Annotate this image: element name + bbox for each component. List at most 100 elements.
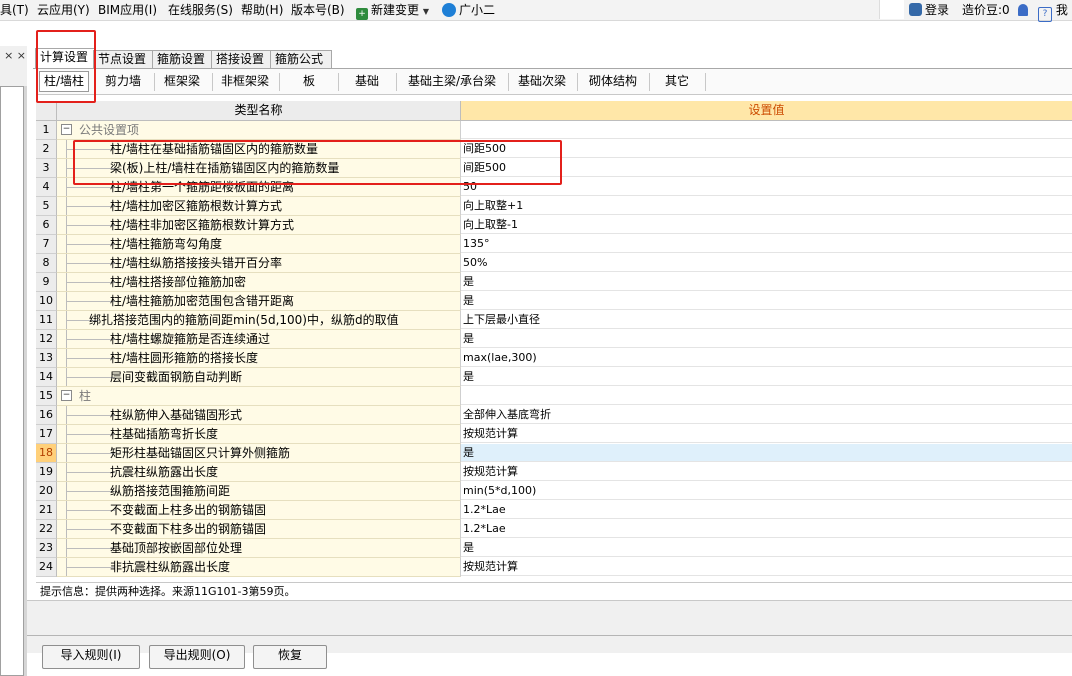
table-row[interactable]: 13 柱/墙柱圆形箍筋的搭接长度 max(lae,300) xyxy=(36,349,1072,368)
table-row[interactable]: 20 纵筋搭接范围箍筋间距 min(5*d,100) xyxy=(36,482,1072,501)
row-number[interactable]: 1 xyxy=(36,121,57,140)
table-row[interactable]: 19 抗震柱纵筋露出长度 按规范计算 xyxy=(36,463,1072,482)
setting-value-cell[interactable]: 间距500 xyxy=(461,140,1072,158)
close-icon[interactable]: × × xyxy=(0,50,26,62)
assistant-button[interactable]: 广小二 xyxy=(442,2,495,18)
row-number[interactable]: 20 xyxy=(36,482,57,501)
table-row[interactable]: 11 绑扎搭接范围内的箍筋间距min(5d,100)中，纵筋d的取值 上下层最小直径 xyxy=(36,311,1072,330)
tab-foundation-main-beam[interactable]: 基础主梁/承台梁 xyxy=(398,72,506,91)
tab-node-settings[interactable]: 节点设置 xyxy=(93,50,155,68)
setting-value-cell[interactable]: 1.2*Lae xyxy=(461,520,1072,538)
tab-calc-settings[interactable]: 计算设置 xyxy=(35,48,95,69)
tab-column-wallcolumn[interactable]: 柱/墙柱 xyxy=(39,71,89,92)
group-row[interactable]: 1− 公共设置项 xyxy=(36,121,1072,140)
table-row[interactable]: 5 柱/墙柱加密区箍筋根数计算方式 向上取整+1 xyxy=(36,197,1072,216)
menu-tools[interactable]: 具(T) xyxy=(0,2,29,18)
setting-value-cell[interactable]: 是 xyxy=(461,292,1072,310)
table-row[interactable]: 4 柱/墙柱第一个箍筋距楼板面的距离 50 xyxy=(36,178,1072,197)
row-number[interactable]: 24 xyxy=(36,558,57,577)
table-row[interactable]: 17 柱基础插筋弯折长度 按规范计算 xyxy=(36,425,1072,444)
row-number[interactable]: 15 xyxy=(36,387,57,406)
group-row[interactable]: 15− 柱 xyxy=(36,387,1072,406)
table-row[interactable]: 12 柱/墙柱螺旋箍筋是否连续通过 是 xyxy=(36,330,1072,349)
row-number[interactable]: 6 xyxy=(36,216,57,235)
row-number[interactable]: 12 xyxy=(36,330,57,349)
row-number[interactable]: 22 xyxy=(36,520,57,539)
menu-online[interactable]: 在线服务(S) xyxy=(168,2,233,18)
tab-shear-wall[interactable]: 剪力墙 xyxy=(95,72,151,91)
table-row[interactable]: 18 矩形柱基础锚固区只计算外侧箍筋 是 xyxy=(36,444,1072,463)
row-number[interactable]: 21 xyxy=(36,501,57,520)
tab-stirrup-settings[interactable]: 箍筋设置 xyxy=(152,50,214,68)
table-row[interactable]: 7 柱/墙柱箍筋弯勾角度 135° xyxy=(36,235,1072,254)
setting-value-cell[interactable]: 上下层最小直径 xyxy=(461,311,1072,329)
row-number[interactable]: 17 xyxy=(36,425,57,444)
row-number[interactable]: 4 xyxy=(36,178,57,197)
row-number[interactable]: 9 xyxy=(36,273,57,292)
tab-nonframe-beam[interactable]: 非框架梁 xyxy=(214,72,276,91)
row-number[interactable]: 18 xyxy=(36,444,57,463)
setting-value-cell[interactable]: 是 xyxy=(461,330,1072,348)
tab-stirrup-formula[interactable]: 箍筋公式 xyxy=(270,50,332,68)
setting-value-cell[interactable]: 按规范计算 xyxy=(461,463,1072,481)
row-number[interactable]: 8 xyxy=(36,254,57,273)
row-number[interactable]: 2 xyxy=(36,140,57,159)
import-rules-button[interactable]: 导入规则(I) xyxy=(42,645,140,669)
setting-value-cell[interactable]: 是 xyxy=(461,368,1072,386)
table-row[interactable]: 24 非抗震柱纵筋露出长度 按规范计算 xyxy=(36,558,1072,577)
setting-value-cell[interactable]: 1.2*Lae xyxy=(461,501,1072,519)
table-row[interactable]: 3 梁(板)上柱/墙柱在插筋锚固区内的箍筋数量 间距500 xyxy=(36,159,1072,178)
login-button[interactable]: 登录 xyxy=(909,2,949,18)
restore-button[interactable]: 恢复 xyxy=(253,645,327,669)
setting-value-cell[interactable]: 135° xyxy=(461,235,1072,253)
setting-value-cell[interactable]: 向上取整-1 xyxy=(461,216,1072,234)
search-input[interactable] xyxy=(879,0,904,19)
menu-help[interactable]: 帮助(H) xyxy=(241,2,283,18)
tab-foundation-secondary-beam[interactable]: 基础次梁 xyxy=(510,72,574,91)
help-center-button[interactable]: ? 我 xyxy=(1038,2,1068,22)
table-row[interactable]: 16 柱纵筋伸入基础锚固形式 全部伸入基底弯折 xyxy=(36,406,1072,425)
tab-other[interactable]: 其它 xyxy=(651,72,703,91)
setting-value-cell[interactable]: min(5*d,100) xyxy=(461,482,1072,500)
export-rules-button[interactable]: 导出规则(O) xyxy=(149,645,245,669)
collapse-icon[interactable]: − xyxy=(61,124,72,135)
table-row[interactable]: 8 柱/墙柱纵筋搭接接头错开百分率 50% xyxy=(36,254,1072,273)
row-number[interactable]: 7 xyxy=(36,235,57,254)
tab-masonry[interactable]: 砌体结构 xyxy=(579,72,647,91)
new-change-button[interactable]: + 新建变更 ▼ xyxy=(356,2,429,20)
setting-value-cell[interactable]: 50% xyxy=(461,254,1072,272)
row-number[interactable]: 14 xyxy=(36,368,57,387)
tab-lap-settings[interactable]: 搭接设置 xyxy=(211,50,273,68)
row-number[interactable]: 3 xyxy=(36,159,57,178)
collapse-icon[interactable]: − xyxy=(61,390,72,401)
table-row[interactable]: 9 柱/墙柱搭接部位箍筋加密 是 xyxy=(36,273,1072,292)
row-number[interactable]: 23 xyxy=(36,539,57,558)
table-row[interactable]: 6 柱/墙柱非加密区箍筋根数计算方式 向上取整-1 xyxy=(36,216,1072,235)
tab-slab[interactable]: 板 xyxy=(282,72,336,91)
row-number[interactable]: 10 xyxy=(36,292,57,311)
setting-value-cell[interactable]: max(lae,300) xyxy=(461,349,1072,367)
setting-value-cell[interactable]: 是 xyxy=(461,444,1072,462)
table-row[interactable]: 10 柱/墙柱箍筋加密范围包含错开距离 是 xyxy=(36,292,1072,311)
row-number[interactable]: 16 xyxy=(36,406,57,425)
table-row[interactable]: 23 基础顶部按嵌固部位处理 是 xyxy=(36,539,1072,558)
row-number[interactable]: 5 xyxy=(36,197,57,216)
menu-bim[interactable]: BIM应用(I) xyxy=(98,2,157,18)
left-tree[interactable] xyxy=(0,86,24,676)
setting-value-cell[interactable]: 50 xyxy=(461,178,1072,196)
setting-value-cell[interactable] xyxy=(461,387,1072,405)
setting-value-cell[interactable]: 是 xyxy=(461,273,1072,291)
setting-value-cell[interactable] xyxy=(461,121,1072,139)
menu-version[interactable]: 版本号(B) xyxy=(291,2,345,18)
setting-value-cell[interactable]: 按规范计算 xyxy=(461,425,1072,443)
row-number[interactable]: 19 xyxy=(36,463,57,482)
setting-value-cell[interactable]: 按规范计算 xyxy=(461,558,1072,576)
row-number[interactable]: 11 xyxy=(36,311,57,330)
notification-button[interactable] xyxy=(1018,2,1028,18)
cost-bean-counter[interactable]: 造价豆:0 xyxy=(962,2,1010,18)
setting-value-cell[interactable]: 是 xyxy=(461,539,1072,557)
setting-value-cell[interactable]: 向上取整+1 xyxy=(461,197,1072,215)
row-number[interactable]: 13 xyxy=(36,349,57,368)
setting-value-cell[interactable]: 间距500 xyxy=(461,159,1072,177)
table-row[interactable]: 21 不变截面上柱多出的钢筋锚固 1.2*Lae xyxy=(36,501,1072,520)
